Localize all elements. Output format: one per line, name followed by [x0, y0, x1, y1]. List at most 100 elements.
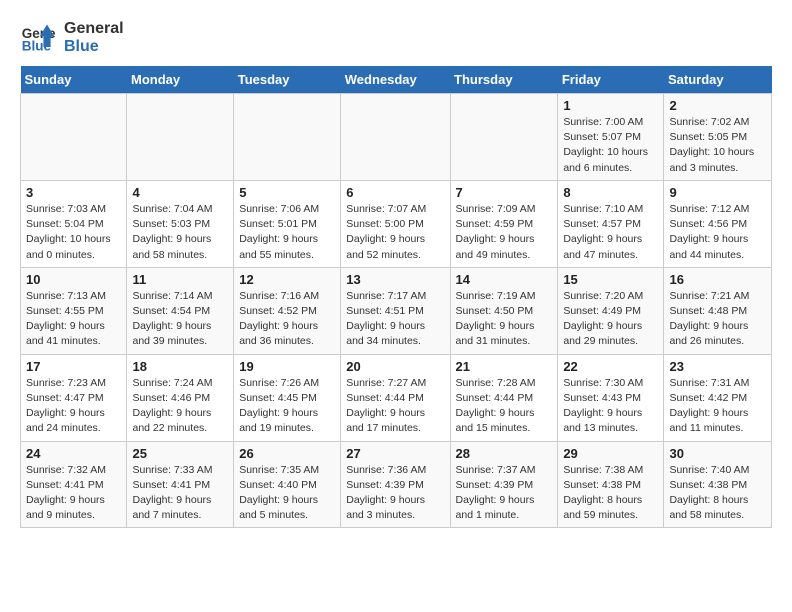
day-info: Sunrise: 7:33 AM Sunset: 4:41 PM Dayligh… — [132, 463, 228, 524]
calendar-cell: 25 Sunrise: 7:33 AM Sunset: 4:41 PM Dayli… — [127, 441, 234, 528]
day-number: 27 — [346, 446, 444, 461]
day-number: 12 — [239, 272, 335, 287]
day-number: 1 — [563, 98, 658, 113]
calendar-cell: 12 Sunrise: 7:16 AM Sunset: 4:52 PM Dayli… — [234, 267, 341, 354]
calendar-cell: 6Sunrise: 7:07 AM Sunset: 5:00 PM Daylig… — [341, 180, 450, 267]
day-number: 8 — [563, 185, 658, 200]
day-number: 24 — [26, 446, 121, 461]
calendar-week-5: 24 Sunrise: 7:32 AM Sunset: 4:41 PM Dayli… — [21, 441, 772, 528]
day-number: 17 — [26, 359, 121, 374]
calendar-cell: 29 Sunrise: 7:38 AM Sunset: 4:38 PM Dayli… — [558, 441, 664, 528]
day-number: 21 — [456, 359, 553, 374]
weekday-saturday: Saturday — [664, 66, 772, 94]
day-info: Sunrise: 7:31 AM Sunset: 4:42 PM Dayligh… — [669, 376, 766, 437]
calendar-cell: 14Sunrise: 7:19 AM Sunset: 4:50 PM Dayli… — [450, 267, 558, 354]
day-info: Sunrise: 7:17 AM Sunset: 4:51 PM Dayligh… — [346, 289, 444, 350]
calendar-cell: 27 Sunrise: 7:36 AM Sunset: 4:39 PM Dayli… — [341, 441, 450, 528]
day-number: 6 — [346, 185, 444, 200]
day-info: Sunrise: 7:30 AM Sunset: 4:43 PM Dayligh… — [563, 376, 658, 437]
weekday-wednesday: Wednesday — [341, 66, 450, 94]
day-info: Sunrise: 7:24 AM Sunset: 4:46 PM Dayligh… — [132, 376, 228, 437]
weekday-tuesday: Tuesday — [234, 66, 341, 94]
day-number: 20 — [346, 359, 444, 374]
calendar-cell — [21, 94, 127, 181]
calendar-cell: 21 Sunrise: 7:28 AM Sunset: 4:44 PM Dayli… — [450, 354, 558, 441]
day-info: Sunrise: 7:23 AM Sunset: 4:47 PM Dayligh… — [26, 376, 121, 437]
day-number: 29 — [563, 446, 658, 461]
day-number: 14 — [456, 272, 553, 287]
day-number: 7 — [456, 185, 553, 200]
day-info: Sunrise: 7:32 AM Sunset: 4:41 PM Dayligh… — [26, 463, 121, 524]
calendar-cell: 3Sunrise: 7:03 AM Sunset: 5:04 PM Daylig… — [21, 180, 127, 267]
day-info: Sunrise: 7:28 AM Sunset: 4:44 PM Dayligh… — [456, 376, 553, 437]
day-number: 28 — [456, 446, 553, 461]
calendar-body: 1 Sunrise: 7:00 AM Sunset: 5:07 PM Daylig… — [21, 94, 772, 528]
day-number: 5 — [239, 185, 335, 200]
calendar-cell — [234, 94, 341, 181]
day-info: Sunrise: 7:10 AM Sunset: 4:57 PM Dayligh… — [563, 202, 658, 263]
calendar-cell: 2 Sunrise: 7:02 AM Sunset: 5:05 PM Daylig… — [664, 94, 772, 181]
day-info: Sunrise: 7:40 AM Sunset: 4:38 PM Dayligh… — [669, 463, 766, 524]
calendar-table: SundayMondayTuesdayWednesdayThursdayFrid… — [20, 66, 772, 528]
day-info: Sunrise: 7:26 AM Sunset: 4:45 PM Dayligh… — [239, 376, 335, 437]
calendar-cell: 11 Sunrise: 7:14 AM Sunset: 4:54 PM Dayli… — [127, 267, 234, 354]
calendar-cell: 8 Sunrise: 7:10 AM Sunset: 4:57 PM Daylig… — [558, 180, 664, 267]
calendar-cell: 26 Sunrise: 7:35 AM Sunset: 4:40 PM Dayli… — [234, 441, 341, 528]
calendar-cell: 10 Sunrise: 7:13 AM Sunset: 4:55 PM Dayli… — [21, 267, 127, 354]
day-info: Sunrise: 7:36 AM Sunset: 4:39 PM Dayligh… — [346, 463, 444, 524]
day-number: 4 — [132, 185, 228, 200]
day-number: 16 — [669, 272, 766, 287]
page-header: General Blue General Blue — [20, 20, 772, 56]
day-number: 13 — [346, 272, 444, 287]
day-number: 19 — [239, 359, 335, 374]
day-number: 2 — [669, 98, 766, 113]
day-info: Sunrise: 7:02 AM Sunset: 5:05 PM Dayligh… — [669, 115, 766, 176]
day-number: 15 — [563, 272, 658, 287]
day-info: Sunrise: 7:35 AM Sunset: 4:40 PM Dayligh… — [239, 463, 335, 524]
calendar-cell: 23 Sunrise: 7:31 AM Sunset: 4:42 PM Dayli… — [664, 354, 772, 441]
calendar-cell: 15Sunrise: 7:20 AM Sunset: 4:49 PM Dayli… — [558, 267, 664, 354]
calendar-cell: 28 Sunrise: 7:37 AM Sunset: 4:39 PM Dayli… — [450, 441, 558, 528]
day-info: Sunrise: 7:37 AM Sunset: 4:39 PM Dayligh… — [456, 463, 553, 524]
day-number: 10 — [26, 272, 121, 287]
day-info: Sunrise: 7:38 AM Sunset: 4:38 PM Dayligh… — [563, 463, 658, 524]
calendar-cell — [450, 94, 558, 181]
calendar-cell: 20 Sunrise: 7:27 AM Sunset: 4:44 PM Dayli… — [341, 354, 450, 441]
calendar-cell: 18 Sunrise: 7:24 AM Sunset: 4:46 PM Dayli… — [127, 354, 234, 441]
day-number: 25 — [132, 446, 228, 461]
day-info: Sunrise: 7:06 AM Sunset: 5:01 PM Dayligh… — [239, 202, 335, 263]
day-number: 30 — [669, 446, 766, 461]
day-number: 9 — [669, 185, 766, 200]
calendar-week-4: 17 Sunrise: 7:23 AM Sunset: 4:47 PM Dayli… — [21, 354, 772, 441]
weekday-monday: Monday — [127, 66, 234, 94]
day-info: Sunrise: 7:03 AM Sunset: 5:04 PM Dayligh… — [26, 202, 121, 263]
calendar-week-3: 10 Sunrise: 7:13 AM Sunset: 4:55 PM Dayli… — [21, 267, 772, 354]
logo-icon: General Blue — [20, 20, 56, 56]
day-info: Sunrise: 7:00 AM Sunset: 5:07 PM Dayligh… — [563, 115, 658, 176]
weekday-sunday: Sunday — [21, 66, 127, 94]
day-info: Sunrise: 7:09 AM Sunset: 4:59 PM Dayligh… — [456, 202, 553, 263]
calendar-cell: 30 Sunrise: 7:40 AM Sunset: 4:38 PM Dayli… — [664, 441, 772, 528]
calendar-cell: 4 Sunrise: 7:04 AM Sunset: 5:03 PM Daylig… — [127, 180, 234, 267]
calendar-cell: 19 Sunrise: 7:26 AM Sunset: 4:45 PM Dayli… — [234, 354, 341, 441]
calendar-cell: 1 Sunrise: 7:00 AM Sunset: 5:07 PM Daylig… — [558, 94, 664, 181]
logo-blue: Blue — [64, 38, 124, 56]
day-info: Sunrise: 7:16 AM Sunset: 4:52 PM Dayligh… — [239, 289, 335, 350]
day-number: 26 — [239, 446, 335, 461]
calendar-cell — [341, 94, 450, 181]
logo: General Blue General Blue — [20, 20, 124, 56]
calendar-cell: 7 Sunrise: 7:09 AM Sunset: 4:59 PM Daylig… — [450, 180, 558, 267]
day-info: Sunrise: 7:27 AM Sunset: 4:44 PM Dayligh… — [346, 376, 444, 437]
day-number: 18 — [132, 359, 228, 374]
day-number: 23 — [669, 359, 766, 374]
day-info: Sunrise: 7:04 AM Sunset: 5:03 PM Dayligh… — [132, 202, 228, 263]
calendar-cell: 9Sunrise: 7:12 AM Sunset: 4:56 PM Daylig… — [664, 180, 772, 267]
calendar-cell: 24 Sunrise: 7:32 AM Sunset: 4:41 PM Dayli… — [21, 441, 127, 528]
calendar-cell: 22Sunrise: 7:30 AM Sunset: 4:43 PM Dayli… — [558, 354, 664, 441]
calendar-cell: 13 Sunrise: 7:17 AM Sunset: 4:51 PM Dayli… — [341, 267, 450, 354]
day-number: 11 — [132, 272, 228, 287]
day-info: Sunrise: 7:13 AM Sunset: 4:55 PM Dayligh… — [26, 289, 121, 350]
day-info: Sunrise: 7:14 AM Sunset: 4:54 PM Dayligh… — [132, 289, 228, 350]
calendar-week-1: 1 Sunrise: 7:00 AM Sunset: 5:07 PM Daylig… — [21, 94, 772, 181]
calendar-cell — [127, 94, 234, 181]
